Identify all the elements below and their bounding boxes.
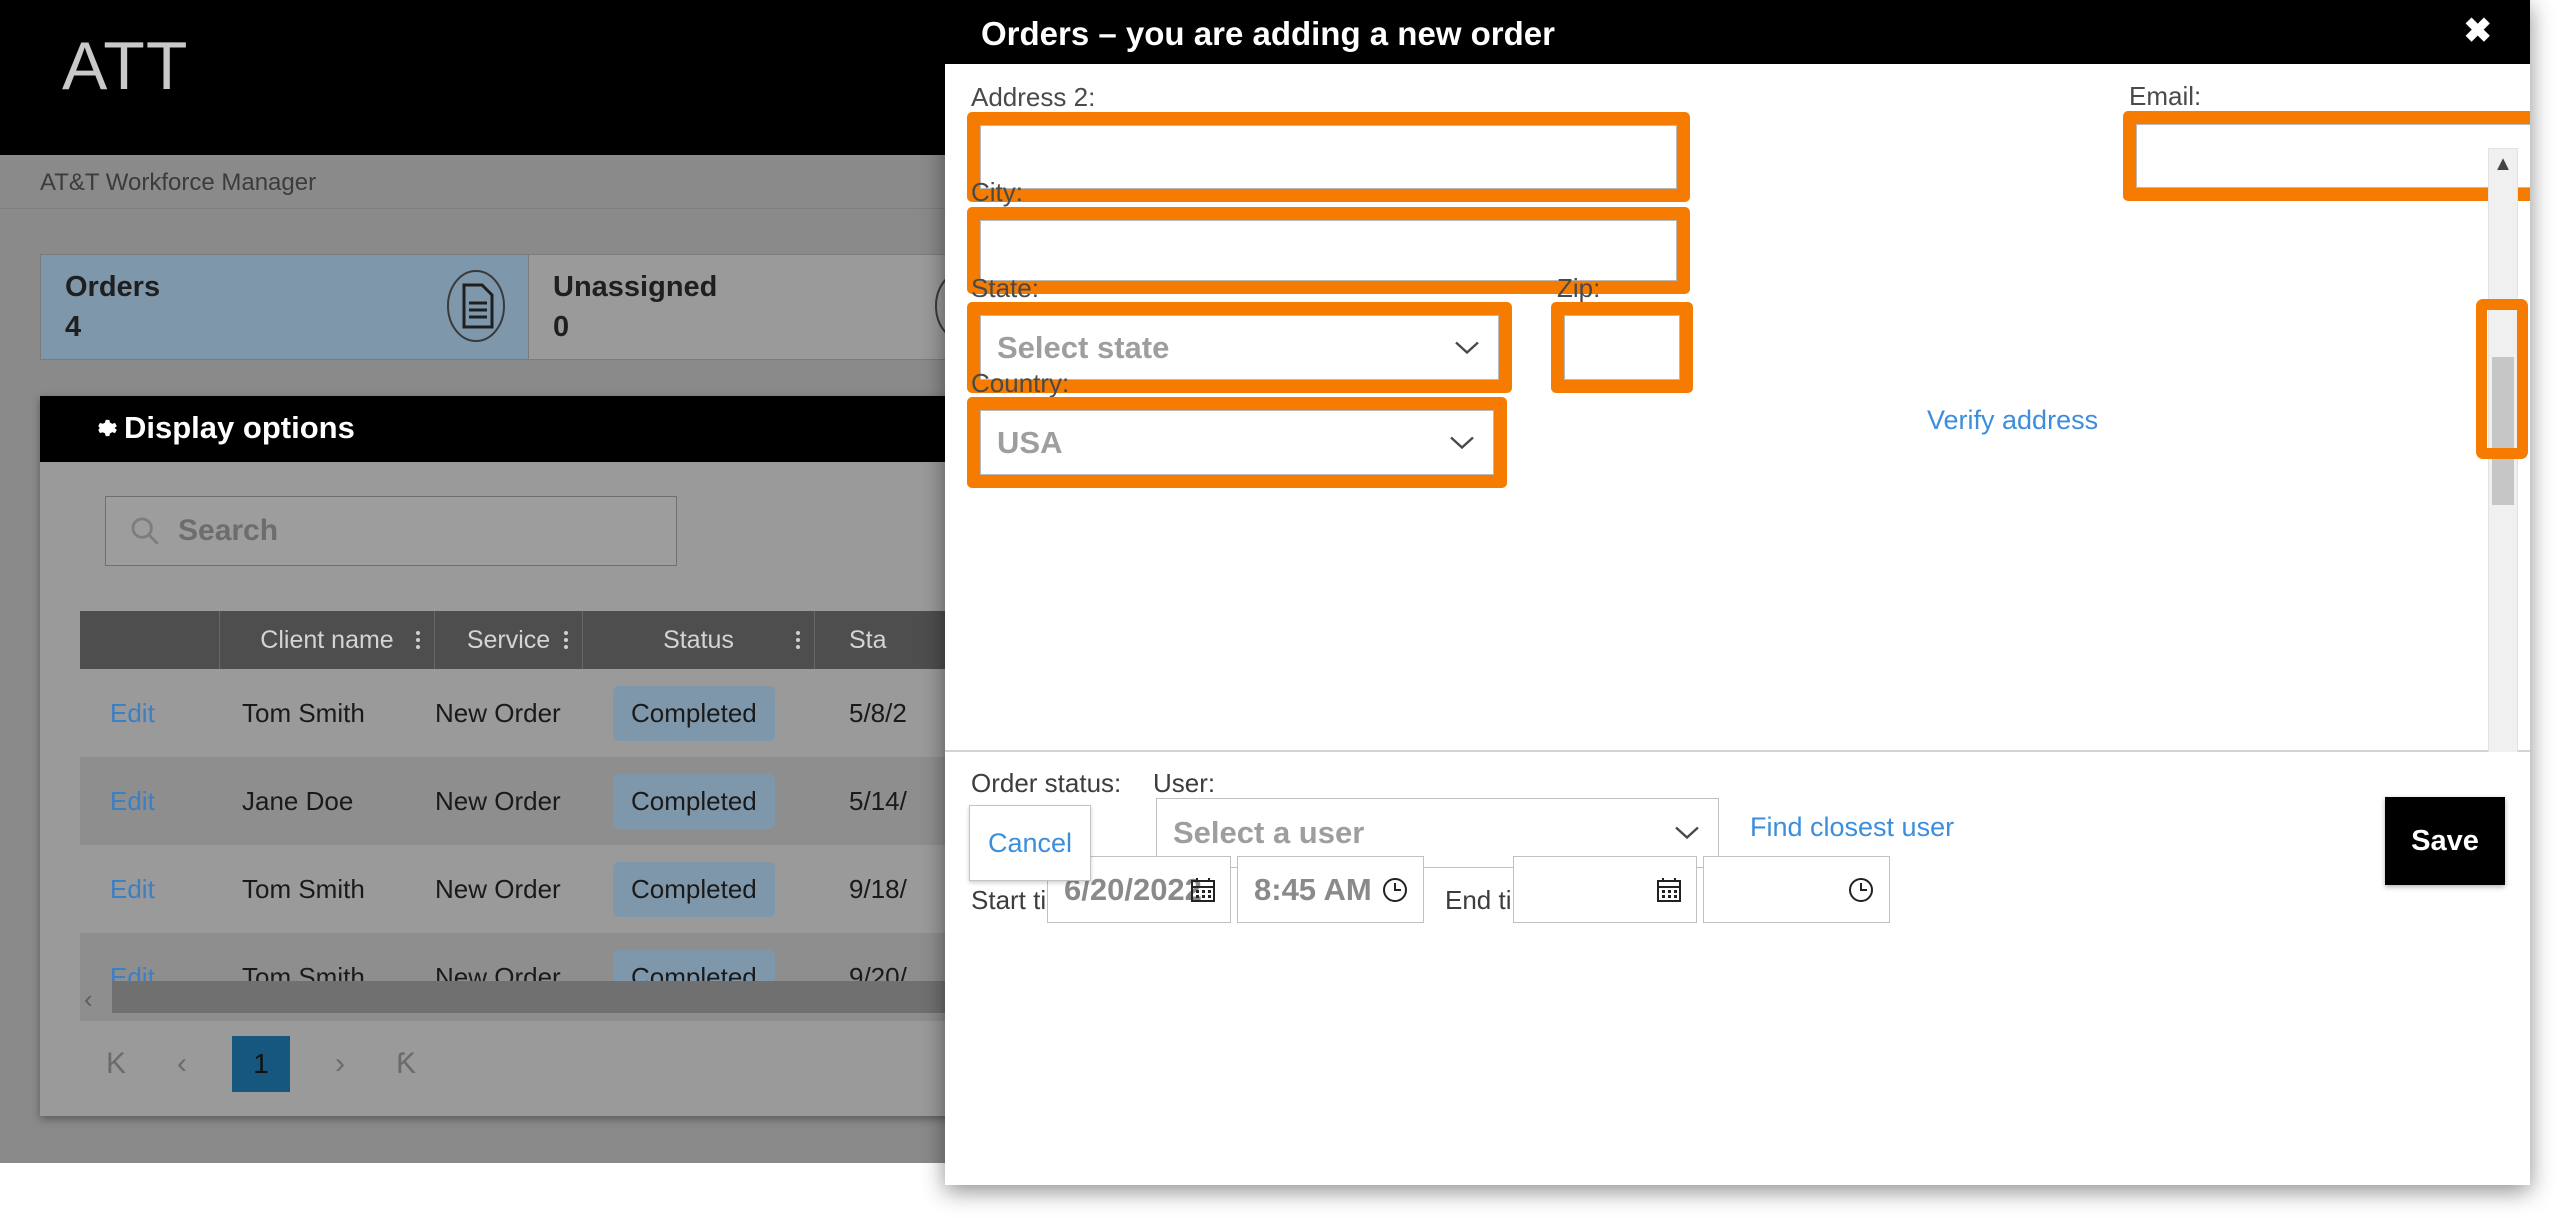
document-icon [447, 270, 505, 342]
close-icon[interactable]: ✖ [2464, 14, 2493, 48]
row-client-name: Jane Doe [242, 785, 354, 816]
status-badge: Completed [613, 773, 775, 829]
country-label: Country: [971, 368, 1070, 398]
pager-next-button[interactable]: › [324, 1047, 356, 1081]
search-input[interactable]: Search [105, 496, 677, 566]
modal-vertical-scrollbar[interactable]: ▲ ▼ [2488, 148, 2518, 794]
tile-unassigned-count: 0 [553, 311, 570, 343]
chevron-up-icon[interactable]: ▲ [2489, 151, 2517, 177]
column-header-actions [80, 611, 220, 669]
column-header-status-label: Status [663, 625, 734, 654]
new-order-modal: Orders – you are adding a new order ✖ Ad… [945, 0, 2530, 1185]
row-service: New Order [435, 873, 561, 904]
state-select-value: Select state [997, 329, 1170, 365]
gear-icon [98, 419, 117, 437]
scrollbar-thumb-highlight [2476, 299, 2528, 459]
pager-page-1[interactable]: 1 [232, 1036, 290, 1092]
column-header-client-name-label: Client name [260, 625, 394, 654]
email-input[interactable] [2136, 124, 2530, 188]
country-select-value: USA [997, 424, 1063, 460]
column-menu-icon[interactable] [796, 631, 800, 649]
calendar-icon[interactable] [1656, 877, 1682, 903]
column-header-client-name[interactable]: Client name [220, 611, 435, 669]
tile-orders-label: Orders [65, 271, 161, 303]
search-placeholder: Search [178, 514, 279, 547]
column-menu-icon[interactable] [564, 631, 568, 649]
row-edit-link[interactable]: Edit [80, 757, 220, 845]
status-badge: Completed [613, 685, 775, 741]
row-edit-link[interactable]: Edit [80, 669, 220, 757]
app-logo: ATT [62, 28, 189, 104]
start-time-input[interactable]: 8:45 AM [1237, 856, 1424, 923]
row-service: New Order [435, 697, 561, 728]
chevron-down-icon [1675, 826, 1699, 840]
chevron-down-icon [1455, 341, 1479, 354]
column-header-service[interactable]: Service [435, 611, 583, 669]
user-select-placeholder: Select a user [1173, 815, 1365, 850]
tile-orders[interactable]: Orders 4 [41, 255, 529, 359]
address2-input[interactable] [980, 125, 1677, 189]
pagination: K ‹ 1 › Ƙ [100, 1036, 422, 1092]
country-select[interactable]: USA [980, 410, 1494, 475]
state-label: State: [971, 273, 1039, 303]
row-status: Completed [583, 757, 815, 845]
modal-title: Orders – you are adding a new order [981, 15, 1556, 52]
user-label: User: [1153, 768, 1216, 798]
display-options-button[interactable]: Display options [90, 410, 355, 446]
search-icon [131, 517, 159, 545]
column-menu-icon[interactable] [416, 631, 420, 649]
city-input[interactable] [980, 220, 1677, 281]
clock-icon[interactable] [1381, 876, 1409, 904]
app-subtitle: AT&T Workforce Manager [40, 169, 317, 196]
save-button[interactable]: Save [2385, 797, 2505, 885]
modal-header: Orders – you are adding a new order ✖ [945, 0, 2530, 64]
chevron-down-icon [1450, 436, 1474, 449]
clock-icon[interactable] [1847, 876, 1875, 904]
modal-lower-section: Order status: New User: Select a user Fi… [945, 752, 2530, 1185]
pager-last-button[interactable]: Ƙ [390, 1047, 422, 1081]
display-options-label: Display options [124, 410, 355, 445]
modal-form-scroll-area: Address 2: Email: City: State: Select st… [945, 64, 2530, 794]
row-service: New Order [435, 785, 561, 816]
row-status: Completed [583, 669, 815, 757]
tile-orders-count: 4 [65, 311, 82, 343]
row-edit-link[interactable]: Edit [80, 845, 220, 933]
screen: ATT AT&T Workforce Manager Orders 4 Unas… [0, 0, 2560, 1218]
calendar-icon[interactable] [1190, 877, 1216, 903]
column-header-status[interactable]: Status [583, 611, 815, 669]
start-time-value: 8:45 AM [1254, 871, 1372, 907]
pager-first-button[interactable]: K [100, 1047, 132, 1081]
scroll-left-icon[interactable]: ‹ [84, 984, 93, 1015]
zip-label: Zip: [1557, 273, 1601, 303]
status-badge: Completed [613, 861, 775, 917]
column-header-service-label: Service [466, 625, 551, 654]
end-time-input[interactable] [1703, 856, 1890, 923]
row-client-name: Tom Smith [242, 873, 365, 904]
column-header-start-label: Sta [849, 625, 887, 654]
cancel-button[interactable]: Cancel [969, 805, 1091, 881]
tile-unassigned[interactable]: Unassigned 0 [529, 255, 1017, 359]
email-label: Email: [2129, 81, 2202, 111]
order-status-label: Order status: [971, 768, 1122, 798]
tile-unassigned-label: Unassigned [553, 271, 718, 303]
city-label: City: [971, 177, 1023, 207]
address2-label: Address 2: [971, 82, 1096, 112]
verify-address-link[interactable]: Verify address [1927, 405, 2098, 436]
row-client-name: Tom Smith [242, 697, 365, 728]
end-date-input[interactable] [1513, 856, 1697, 923]
find-closest-user-link[interactable]: Find closest user [1750, 812, 1954, 843]
kpi-tiles: Orders 4 Unassigned 0 [40, 254, 1018, 360]
zip-input[interactable] [1564, 315, 1680, 380]
row-status: Completed [583, 845, 815, 933]
pager-prev-button[interactable]: ‹ [166, 1047, 198, 1081]
